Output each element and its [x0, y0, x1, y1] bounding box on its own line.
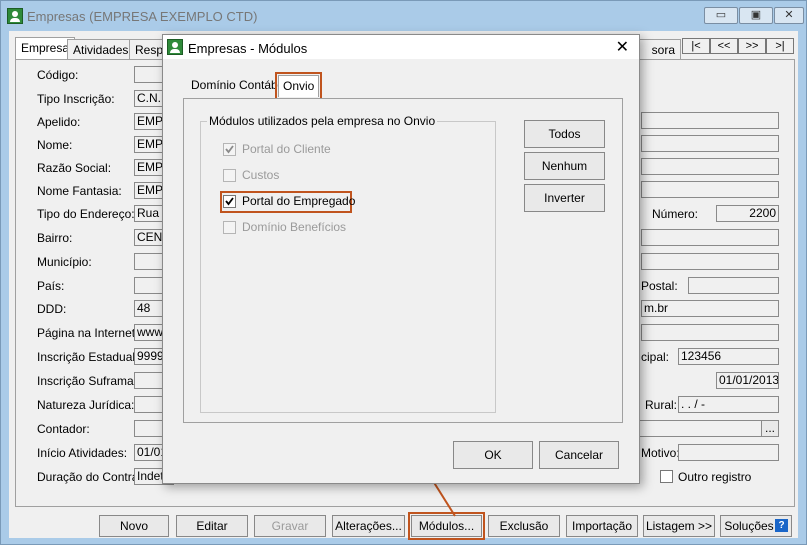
field-label: Código:	[37, 68, 79, 82]
dialog-close-icon[interactable]: ✕	[616, 37, 629, 57]
field-label: Início Atividades:	[37, 446, 128, 460]
nenhum-button[interactable]: Nenhum	[524, 152, 605, 180]
numero-field[interactable]: 2200	[716, 205, 779, 222]
pagina-extra-field[interactable]	[641, 324, 779, 341]
nome-extra-field[interactable]	[641, 135, 779, 152]
minimize-button[interactable]: ▭	[704, 7, 738, 24]
onvio-panel: Módulos utilizados pela empresa no Onvio…	[183, 98, 623, 423]
motivo-field[interactable]	[678, 444, 779, 461]
inscricao-municipal-label: cipal:	[641, 350, 670, 364]
novo-button[interactable]: Novo	[99, 515, 169, 537]
option-label: Portal do Cliente	[242, 142, 331, 156]
dialog-title: Empresas - Módulos	[188, 41, 308, 56]
field-label: Bairro:	[37, 231, 73, 245]
ok-button[interactable]: OK	[453, 441, 533, 469]
field-label: Tipo do Endereço:	[37, 207, 135, 221]
field-label: Inscrição Estadual:	[37, 350, 139, 364]
option-label: Domínio Benefícios	[242, 220, 347, 234]
inscricao-municipal-field[interactable]: 123456	[678, 348, 779, 365]
numero-label: Número:	[652, 207, 699, 221]
nav-prev-button[interactable]: <<	[710, 38, 738, 54]
close-button[interactable]: ✕	[774, 7, 804, 24]
dialog-title-bar[interactable]: Empresas - Módulos ✕	[163, 35, 639, 59]
option-label: Custos	[242, 168, 280, 182]
portal-empregado-checkbox[interactable]	[223, 195, 236, 208]
cancelar-button[interactable]: Cancelar	[539, 441, 619, 469]
nav-next-button[interactable]: >>	[738, 38, 766, 54]
razao-extra-field[interactable]	[641, 158, 779, 175]
field-label: Apelido:	[37, 115, 81, 129]
inverter-button[interactable]: Inverter	[524, 184, 605, 212]
tab-assessora[interactable]: sora	[639, 39, 681, 59]
cep-label: Postal:	[641, 279, 678, 293]
maximize-button[interactable]: ▣	[739, 7, 773, 24]
fantasia-extra-field[interactable]	[641, 181, 779, 198]
rural-field[interactable]: . . / -	[678, 396, 779, 413]
email-field[interactable]: m.br	[641, 300, 779, 317]
modulos-dialog: Empresas - Módulos ✕ Domínio Contábil On…	[162, 34, 640, 484]
field-label: Município:	[37, 255, 92, 269]
solucoes-label: Soluções	[724, 519, 774, 533]
date-field[interactable]: 01/01/2013	[716, 372, 779, 389]
title-bar[interactable]: Empresas (EMPRESA EXEMPLO CTD) ▭ ▣ ✕	[1, 1, 806, 31]
portal-cliente-checkbox[interactable]	[223, 143, 236, 156]
dialog-app-icon	[167, 39, 183, 55]
todos-button[interactable]: Todos	[524, 120, 605, 148]
nav-last-button[interactable]: >|	[766, 38, 794, 54]
field-label: Contador:	[37, 422, 90, 436]
modulos-button[interactable]: Módulos...	[408, 512, 485, 540]
field-label: Natureza Jurídica:	[37, 398, 135, 412]
outro-registro-checkbox[interactable]	[660, 470, 673, 483]
field-label: País:	[37, 279, 65, 293]
option-label: Portal do Empregado	[242, 194, 356, 208]
modulos-group: Módulos utilizados pela empresa no Onvio…	[200, 114, 496, 413]
app-icon	[7, 8, 23, 24]
field-label: DDD:	[37, 302, 67, 316]
outro-registro-label: Outro registro	[678, 470, 752, 484]
help-icon: ?	[775, 519, 788, 532]
bairro-extra-field[interactable]	[641, 229, 779, 246]
option-portal-empregado[interactable]: Portal do Empregado	[220, 191, 355, 213]
listagem-button[interactable]: Listagem >>	[643, 515, 715, 537]
field-label: Razão Social:	[37, 161, 112, 175]
exclusao-button[interactable]: Exclusão	[488, 515, 560, 537]
group-label: Módulos utilizados pela empresa no Onvio	[207, 114, 438, 128]
rural-label: Rural:	[645, 398, 678, 412]
motivo-label: Motivo:	[641, 446, 680, 460]
tab-onvio[interactable]: Onvio	[274, 72, 323, 100]
alteracoes-button[interactable]: Alterações...	[332, 515, 405, 537]
custos-checkbox[interactable]	[223, 169, 236, 182]
field-label: Inscrição Suframa:	[37, 374, 138, 388]
browse-contador-button[interactable]: ...	[761, 420, 779, 437]
cep-field[interactable]	[688, 277, 779, 294]
field-label: Nome Fantasia:	[37, 184, 122, 198]
editar-button[interactable]: Editar	[176, 515, 248, 537]
nav-first-button[interactable]: |<	[682, 38, 710, 54]
apelido-extra-field[interactable]	[641, 112, 779, 129]
field-label: Tipo Inscrição:	[37, 92, 115, 106]
field-label: Nome:	[37, 138, 73, 152]
field-label: Página na Internet:	[37, 326, 139, 340]
gravar-button[interactable]: Gravar	[254, 515, 326, 537]
window-title: Empresas (EMPRESA EXEMPLO CTD)	[27, 9, 258, 24]
tab-dominio-contabil[interactable]: Domínio Contábil	[187, 75, 287, 97]
dominio-beneficios-checkbox[interactable]	[223, 221, 236, 234]
tab-atividades[interactable]: Atividades	[67, 39, 135, 59]
solucoes-button[interactable]: Soluções ?	[720, 515, 792, 537]
municipio-extra-field[interactable]	[641, 253, 779, 270]
importacao-button[interactable]: Importação	[566, 515, 638, 537]
